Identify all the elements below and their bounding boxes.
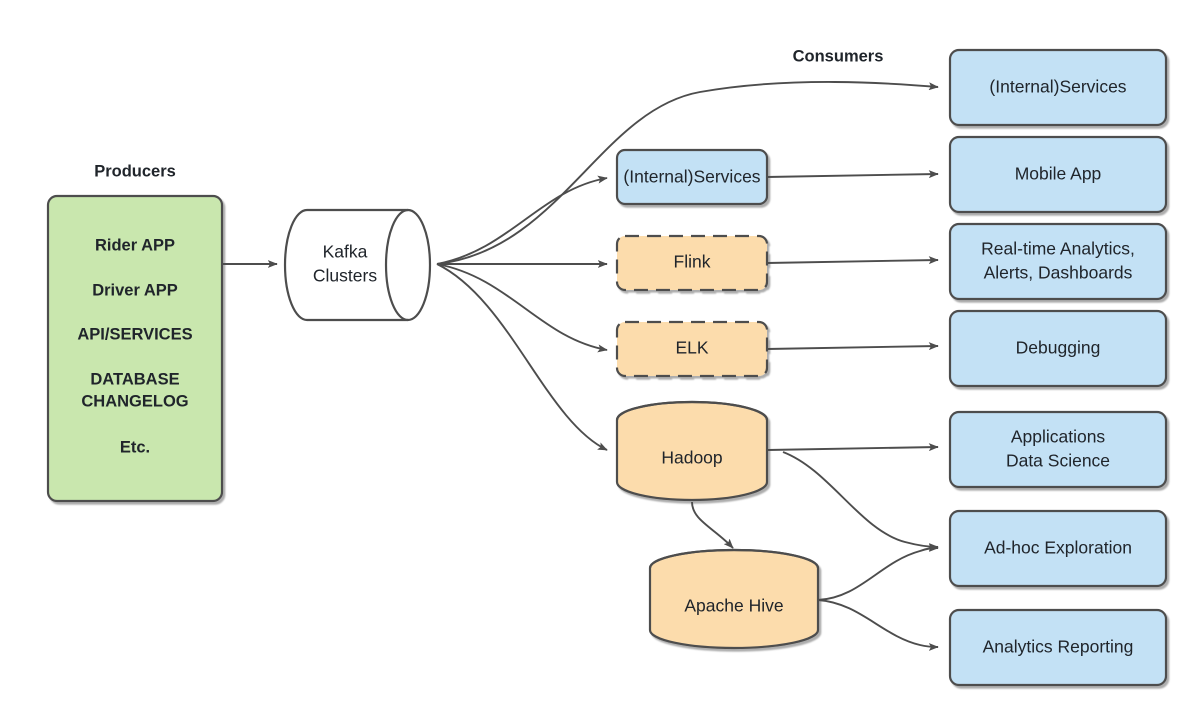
producer-item-rider-app: Rider APP: [95, 236, 175, 254]
flink-node[interactable]: Flink: [615, 234, 769, 292]
analytics-reporting-node[interactable]: Analytics Reporting: [948, 608, 1168, 687]
kafka-label-line2: Clusters: [313, 266, 377, 286]
consumer-internal-services-node[interactable]: (Internal)Services: [948, 48, 1168, 127]
producer-item-database: DATABASE: [90, 370, 179, 388]
consumer-internal-services-label: (Internal)Services: [989, 77, 1126, 97]
edge-hadoop-to-applications-data-science: [767, 443, 939, 452]
edge-apache-hive-to-analytics-reporting: [817, 599, 939, 651]
edge-hadoop-to-apache-hive: [691, 501, 734, 549]
edge-elk-to-debugging: [766, 342, 939, 351]
applications-data-science-label-line2: Data Science: [1006, 451, 1110, 471]
producer-item-etc: Etc.: [120, 438, 150, 456]
ad-hoc-exploration-label: Ad-hoc Exploration: [984, 538, 1132, 558]
producer-item-changelog: CHANGELOG: [81, 392, 188, 410]
edge-kafka-to-middle-internal-services: [436, 175, 608, 265]
real-time-analytics-node[interactable]: Real-time Analytics, Alerts, Dashboards: [948, 222, 1168, 301]
hadoop-label: Hadoop: [661, 448, 722, 468]
producer-item-driver-app: Driver APP: [92, 281, 178, 299]
apache-hive-node[interactable]: Apache Hive: [648, 548, 820, 650]
ad-hoc-exploration-node[interactable]: Ad-hoc Exploration: [948, 509, 1168, 588]
producers-title: Producers: [94, 162, 176, 180]
apache-hive-label: Apache Hive: [684, 596, 783, 616]
kafka-clusters-node[interactable]: Kafka Clusters: [283, 208, 432, 322]
hadoop-node[interactable]: Hadoop: [615, 400, 769, 502]
architecture-diagram: Producers Rider APP Driver APP API/SERVI…: [46, 47, 1168, 687]
debugging-node[interactable]: Debugging: [948, 309, 1168, 388]
edge-apache-hive-to-ad-hoc-exploration: [817, 544, 939, 601]
edge-kafka-to-elk: [436, 263, 608, 353]
middle-internal-services-label: (Internal)Services: [623, 167, 760, 187]
edge-internal-services-to-mobile-app: [766, 170, 939, 179]
applications-data-science-node[interactable]: Applications Data Science: [948, 410, 1168, 489]
debugging-label: Debugging: [1016, 338, 1101, 358]
analytics-reporting-label: Analytics Reporting: [983, 637, 1134, 657]
elk-node[interactable]: ELK: [615, 320, 769, 378]
producers-box[interactable]: Rider APP Driver APP API/SERVICES DATABA…: [46, 194, 224, 503]
edge-kafka-to-hadoop: [436, 263, 608, 451]
applications-data-science-label-line1: Applications: [1011, 427, 1106, 447]
real-time-analytics-label-line2: Alerts, Dashboards: [984, 263, 1133, 283]
producer-item-api-services: API/SERVICES: [77, 325, 192, 343]
diagram-canvas: Producers Rider APP Driver APP API/SERVI…: [0, 0, 1200, 717]
consumers-title: Consumers: [793, 47, 884, 65]
real-time-analytics-label-line1: Real-time Analytics,: [981, 239, 1135, 259]
edge-flink-to-real-time-analytics: [766, 256, 939, 265]
edge-hadoop-to-ad-hoc-exploration: [782, 451, 939, 551]
middle-internal-services-node[interactable]: (Internal)Services: [615, 148, 769, 206]
kafka-label-line1: Kafka: [323, 242, 368, 262]
elk-label: ELK: [675, 338, 708, 358]
flink-label: Flink: [674, 252, 711, 272]
mobile-app-label: Mobile App: [1015, 164, 1102, 184]
mobile-app-node[interactable]: Mobile App: [948, 135, 1168, 214]
